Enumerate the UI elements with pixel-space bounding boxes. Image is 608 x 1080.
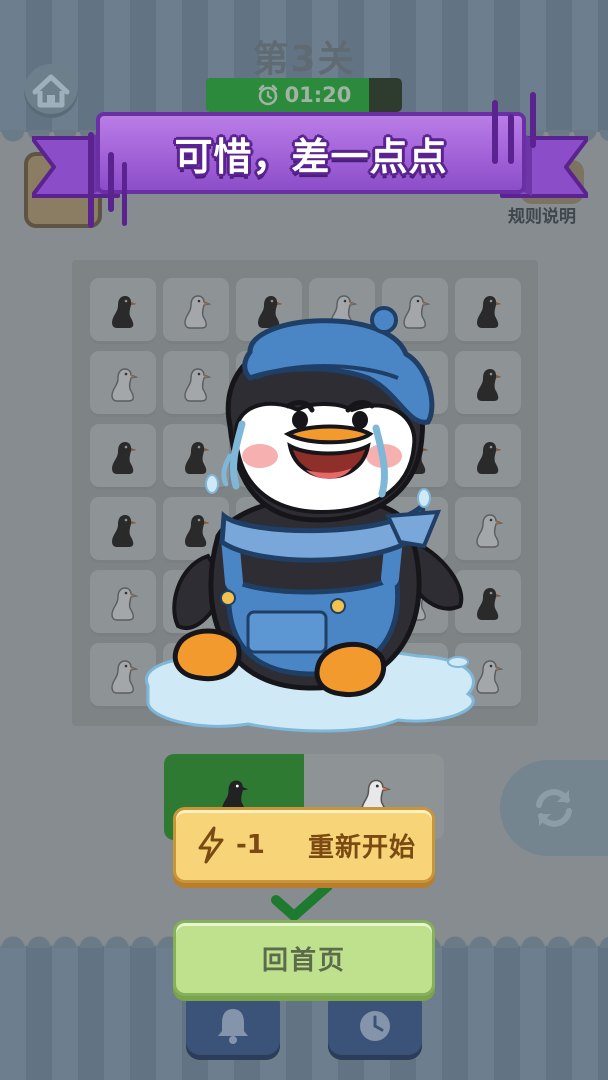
fail-banner: 可惜，差一点点 (32, 92, 588, 232)
banner-drip-right (492, 92, 536, 164)
lightning-icon (198, 826, 224, 864)
restart-label: 重新开始 (308, 832, 417, 863)
banner-drip-left (88, 132, 127, 228)
goose-icon (112, 442, 136, 474)
level-title: 第3关 (252, 39, 356, 80)
refresh-icon (536, 789, 572, 827)
goose-icon (112, 296, 136, 328)
clock-tool-button[interactable] (328, 990, 422, 1060)
goose-icon (112, 515, 136, 547)
banner-text: 可惜，差一点点 (174, 134, 448, 179)
refresh-button[interactable] (500, 760, 608, 856)
bell-icon (218, 1009, 248, 1044)
goose-icon (111, 660, 139, 694)
back-home-label: 回首页 (261, 945, 346, 976)
back-home-button[interactable]: 回首页 (173, 920, 435, 996)
goose-icon (111, 587, 139, 621)
restart-cost: -1 (236, 830, 265, 860)
goose-icon (111, 368, 139, 402)
check-icon (271, 881, 333, 921)
restart-button[interactable]: -1 重新开始 (173, 807, 435, 883)
crying-penguin-illustration (144, 306, 475, 733)
banner-body: 可惜，差一点点 (96, 112, 526, 194)
bell-tool-button[interactable] (186, 990, 280, 1060)
clock-icon (360, 1011, 390, 1041)
